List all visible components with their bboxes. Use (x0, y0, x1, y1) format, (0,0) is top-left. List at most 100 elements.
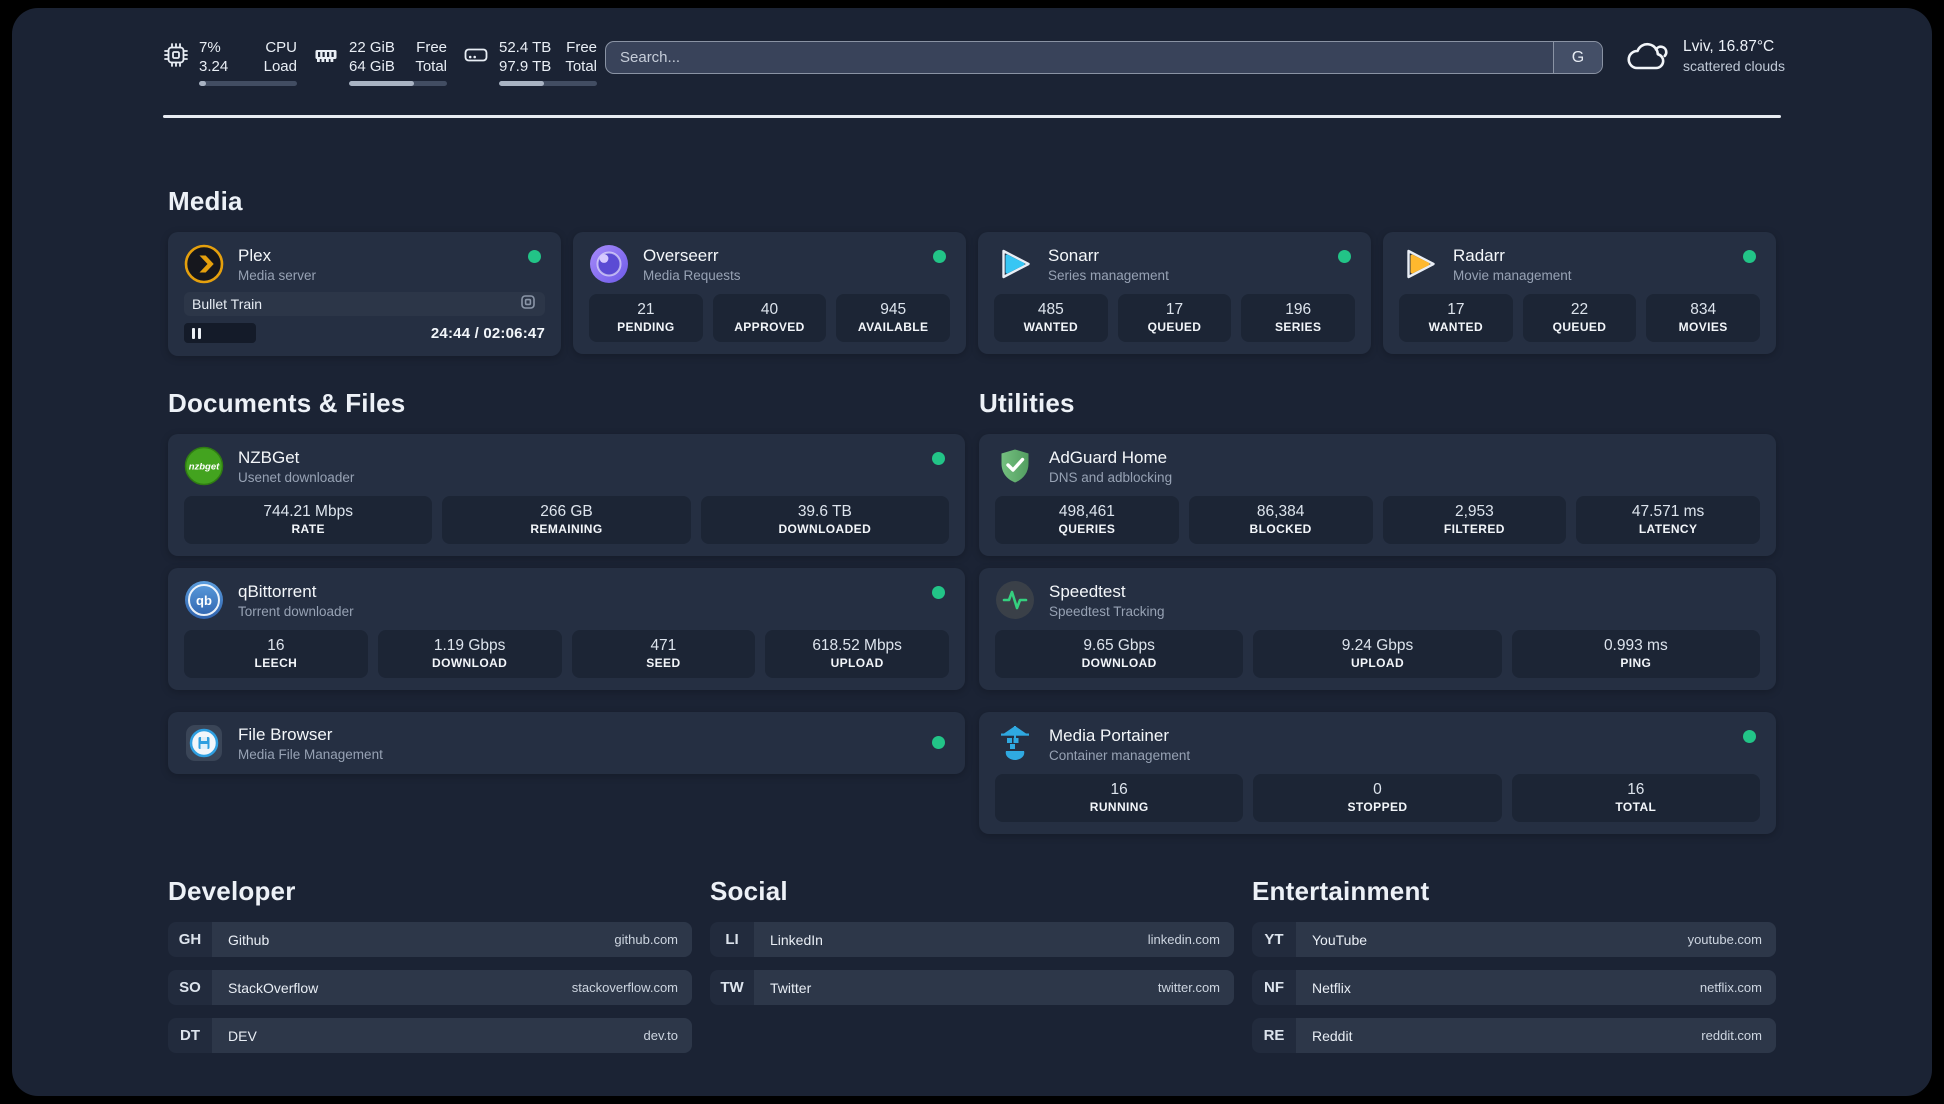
stat-value: 9.65 Gbps (1083, 637, 1155, 654)
cpu-widget: 7% CPU 3.24 Load (163, 38, 297, 86)
service-description: Media Requests (643, 267, 741, 283)
utilities-section: Utilities AdGuard Home DNS and adblockin… (979, 388, 1776, 846)
memory-total: 64 GiB (349, 58, 395, 75)
status-dot (932, 736, 945, 749)
stat-label: UPLOAD (1350, 656, 1405, 670)
status-dot (1743, 730, 1756, 743)
search-engine-button[interactable]: G (1553, 42, 1602, 73)
speedtest-card[interactable]: Speedtest Speedtest Tracking 9.65 Gbps DO… (979, 568, 1776, 690)
memory-widget: 22 GiB Free 64 GiB Total (313, 38, 447, 86)
stat-tile: 9.24 Gbps UPLOAD (1253, 630, 1502, 678)
adguard-card[interactable]: AdGuard Home DNS and adblocking 498,461 Q… (979, 434, 1776, 556)
stat-label: RUNNING (1089, 800, 1149, 814)
stat-tile: 196 SERIES (1241, 294, 1355, 342)
topbar-separator (163, 115, 1781, 118)
bookmark-abbr: LI (710, 922, 754, 957)
service-description: Usenet downloader (238, 469, 355, 485)
stat-value: 196 (1285, 301, 1312, 318)
disk-widget: 52.4 TB Free 97.9 TB Total (463, 38, 597, 86)
bookmark-name: Github (228, 931, 270, 948)
memory-free-label: Free (416, 39, 447, 56)
stat-tile: 21 PENDING (589, 294, 703, 342)
developer-section-title: Developer (168, 876, 296, 906)
stat-label: DOWNLOAD (432, 656, 508, 670)
bookmark-name: Netflix (1312, 979, 1351, 996)
system-resources: 7% CPU 3.24 Load 22 GiB Free 64 GiB Total (163, 38, 597, 86)
bookmark-twitter[interactable]: TW Twitter twitter.com (710, 970, 1234, 1005)
stat-label: QUERIES (1058, 522, 1116, 536)
service-description: Movie management (1453, 267, 1572, 283)
bookmark-abbr: YT (1252, 922, 1296, 957)
service-description: Torrent downloader (238, 603, 354, 619)
portainer-logo-icon (995, 724, 1035, 764)
stat-value: 9.24 Gbps (1341, 637, 1414, 654)
memory-progress-fill (349, 81, 414, 86)
portainer-card[interactable]: Media Portainer Container management 16 R… (979, 712, 1776, 834)
speedtest-stats: 9.65 Gbps DOWNLOAD 9.24 Gbps UPLOAD 0.993 … (995, 630, 1760, 678)
disk-total-label: Total (565, 58, 597, 75)
stat-tile: 0.993 ms PING (1511, 630, 1760, 678)
documents-section-title: Documents & Files (168, 388, 406, 418)
radarr-card[interactable]: Radarr Movie management 17 WANTED 22 QUEUE… (1383, 232, 1776, 354)
stat-tile: 0 STOPPED (1253, 774, 1502, 822)
service-name: File Browser (238, 724, 333, 744)
stat-label: WANTED (1428, 320, 1484, 334)
sonarr-card[interactable]: Sonarr Series management 485 WANTED 17 QUE… (978, 232, 1371, 354)
cpu-load: 3.24 (199, 58, 229, 75)
bookmark-abbr: NF (1252, 970, 1296, 1005)
stat-label: LATENCY (1638, 522, 1698, 536)
stat-value: 1.19 Gbps (433, 637, 506, 654)
stat-label: REMAINING (530, 522, 603, 536)
stat-label: DOWNLOAD (1081, 656, 1157, 670)
overseerr-card[interactable]: Overseerr Media Requests 21 PENDING 40 APP… (573, 232, 966, 354)
nzbget-card[interactable]: nzbget NZBGet Usenet downloader 744.21 M… (168, 434, 965, 556)
bookmark-stackoverflow[interactable]: SO StackOverflow stackoverflow.com (168, 970, 692, 1005)
qbittorrent-card[interactable]: qb qBittorrent Torrent downloader 16 LEEC… (168, 568, 965, 690)
service-description: DNS and adblocking (1049, 469, 1173, 485)
plex-card[interactable]: Plex Media server Bullet Train 24:44 / 0… (168, 232, 561, 356)
now-playing-title: Bullet Train (192, 296, 263, 312)
bookmark-name: Reddit (1312, 1027, 1353, 1044)
weather-condition: scattered clouds (1683, 58, 1785, 74)
filebrowser-card[interactable]: File Browser Media File Management (168, 712, 965, 774)
stat-label: TOTAL (1615, 800, 1657, 814)
bookmark-linkedin[interactable]: LI LinkedIn linkedin.com (710, 922, 1234, 957)
speedtest-logo-icon (995, 580, 1035, 620)
bookmark-url: dev.to (643, 1028, 678, 1043)
service-description: Media File Management (238, 746, 383, 762)
memory-free: 22 GiB (349, 39, 395, 56)
cpu-usage: 7% (199, 39, 221, 56)
bookmark-name: DEV (228, 1027, 257, 1044)
sonarr-stats: 485 WANTED 17 QUEUED 196 SERIES (994, 294, 1355, 342)
bookmark-dev[interactable]: DT DEV dev.to (168, 1018, 692, 1053)
status-dot (933, 250, 946, 263)
bookmark-youtube[interactable]: YT YouTube youtube.com (1252, 922, 1776, 957)
pause-icon (192, 327, 195, 339)
stat-value: 47.571 ms (1631, 503, 1705, 520)
pause-button[interactable] (184, 323, 256, 343)
stat-tile: 16 TOTAL (1511, 774, 1760, 822)
bookmark-url: github.com (614, 932, 678, 947)
memory-progress-track (349, 81, 447, 86)
bookmark-netflix[interactable]: NF Netflix netflix.com (1252, 970, 1776, 1005)
bookmark-abbr: TW (710, 970, 754, 1005)
stat-tile: 618.52 Mbps UPLOAD (765, 630, 949, 678)
cpu-progress-fill (199, 81, 206, 86)
stat-value: 834 (1690, 301, 1717, 318)
search-input[interactable] (606, 42, 1553, 73)
service-description: Series management (1048, 267, 1169, 283)
bookmark-github[interactable]: GH Github github.com (168, 922, 692, 957)
stat-value: 471 (650, 637, 677, 654)
status-dot (1338, 250, 1351, 263)
search-bar: G (605, 41, 1603, 74)
stat-tile: 485 WANTED (994, 294, 1108, 342)
documents-section: Documents & Files nzbget NZBGet Usenet d… (168, 388, 965, 786)
stat-label: PING (1620, 656, 1652, 670)
entertainment-section: Entertainment YT YouTube youtube.com NF N… (1252, 876, 1776, 1066)
status-dot (932, 452, 945, 465)
disk-free-label: Free (566, 39, 597, 56)
stat-tile: 47.571 ms LATENCY (1576, 496, 1760, 544)
bookmark-name: LinkedIn (770, 931, 823, 948)
stat-label: APPROVED (734, 320, 805, 334)
bookmark-reddit[interactable]: RE Reddit reddit.com (1252, 1018, 1776, 1053)
